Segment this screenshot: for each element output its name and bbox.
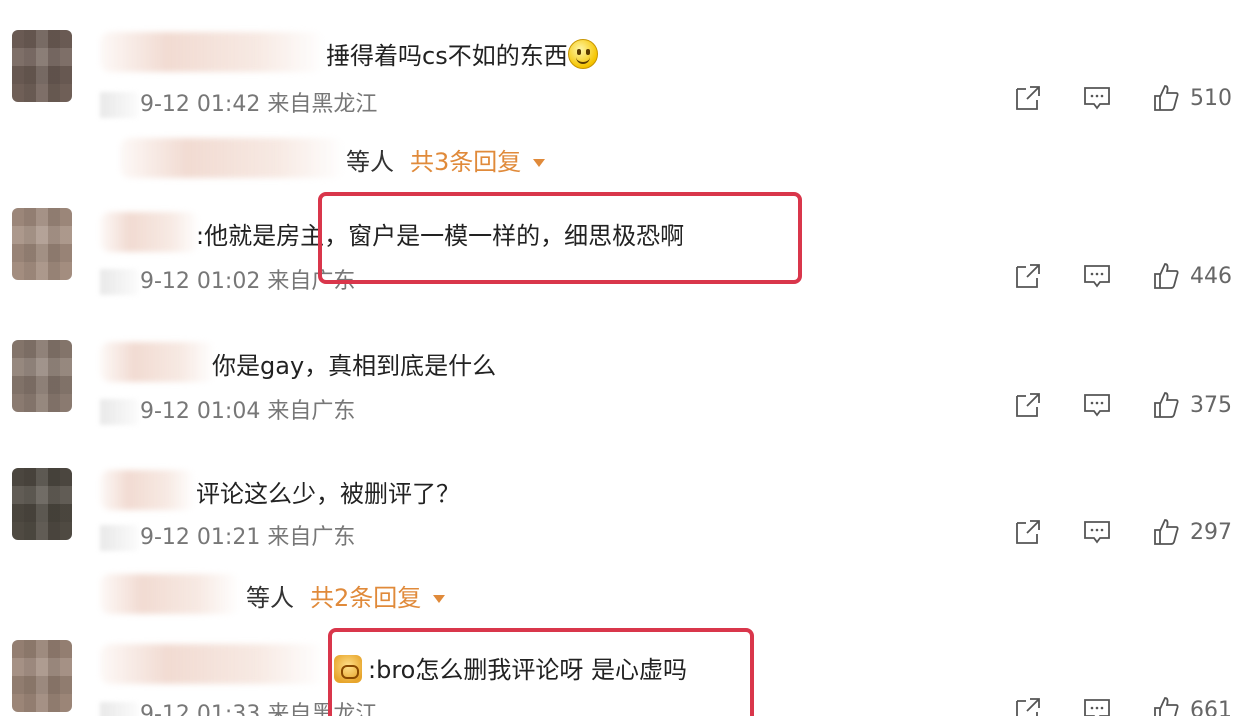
comment-icon[interactable] [1081,260,1112,292]
avatar[interactable] [12,208,72,280]
comment-actions: 661 [1012,690,1232,716]
replies-expander[interactable]: 等人 共2条回复 [246,578,446,613]
share-icon[interactable] [1012,82,1043,114]
blurred-year [100,702,138,716]
comment-time: 9-12 01:42 [140,92,261,117]
comment-time: 9-12 01:33 [140,702,261,716]
share-icon[interactable] [1012,694,1043,716]
share-icon[interactable] [1012,260,1043,292]
blurred-year [100,269,138,295]
blurred-username [100,470,195,510]
comment-location: 来自广东 [267,399,356,424]
thumbs-up-icon [1150,82,1182,114]
comment-meta: 9-12 01:42 来自黑龙江 [100,86,377,118]
like-button[interactable]: 661 [1150,694,1232,716]
comment-icon[interactable] [1081,516,1112,548]
like-count: 375 [1190,392,1232,418]
blurred-year [100,92,138,118]
replier-suffix: 等人 [346,148,394,176]
blurred-replier-names [100,574,240,614]
comment-meta: 9-12 01:04 来自广东 [100,393,355,425]
comment-actions: 375 [1012,385,1232,425]
reply-count[interactable]: 共2条回复 [310,584,421,612]
like-button[interactable]: 375 [1150,389,1232,421]
blurred-year [100,399,138,425]
thumbs-up-icon [1150,516,1182,548]
like-count: 661 [1190,697,1232,716]
share-icon[interactable] [1012,516,1043,548]
comment-meta: 9-12 01:21 来自广东 [100,519,355,551]
like-button[interactable]: 297 [1150,516,1232,548]
thumbs-up-icon [1150,260,1182,292]
comment-time: 9-12 01:04 [140,399,261,424]
like-count: 510 [1190,85,1232,111]
replier-suffix: 等人 [246,584,294,612]
share-icon[interactable] [1012,389,1043,421]
avatar[interactable] [12,340,72,412]
comment-location: 来自广东 [267,525,356,550]
avatar[interactable] [12,30,72,102]
thumbs-up-icon [1150,389,1182,421]
like-button[interactable]: 510 [1150,82,1232,114]
blurred-replier-names [120,138,345,178]
comment-time: 9-12 01:02 [140,269,261,294]
comment-actions: 510 [1012,78,1232,118]
comment-text: 评论这么少，被删评了？ [196,480,460,508]
comment-icon[interactable] [1081,82,1112,114]
comment-feed: 捶得着吗cs不如的东西 9-12 01:42 来自黑龙江 510 等人 共3条回复 [0,0,1242,716]
chevron-down-icon[interactable] [433,595,446,603]
highlight-box [318,192,802,284]
comment-actions: 297 [1012,512,1232,552]
like-count: 297 [1190,519,1232,545]
comment-text: 捶得着吗cs不如的东西 [326,36,598,71]
comment-icon[interactable] [1081,694,1112,716]
avatar[interactable] [12,640,72,712]
blurred-username [100,644,325,684]
replies-expander[interactable]: 等人 共3条回复 [346,142,546,177]
blurred-year [100,525,138,551]
comment-location: 来自黑龙江 [267,92,378,117]
thumbs-up-icon [1150,694,1182,716]
blurred-username [100,32,325,72]
like-button[interactable]: 446 [1150,260,1232,292]
reply-count[interactable]: 共3条回复 [410,148,521,176]
comment-time: 9-12 01:21 [140,525,261,550]
comment-actions: 446 [1012,256,1232,296]
chevron-down-icon[interactable] [533,159,546,167]
blurred-username [100,212,200,252]
smile-emoji-icon [567,39,598,69]
comment-icon[interactable] [1081,389,1112,421]
highlight-box [328,628,754,716]
blurred-username [100,342,215,382]
avatar[interactable] [12,468,72,540]
comment-text: 你是gay，真相到底是什么 [212,352,497,380]
like-count: 446 [1190,263,1232,289]
